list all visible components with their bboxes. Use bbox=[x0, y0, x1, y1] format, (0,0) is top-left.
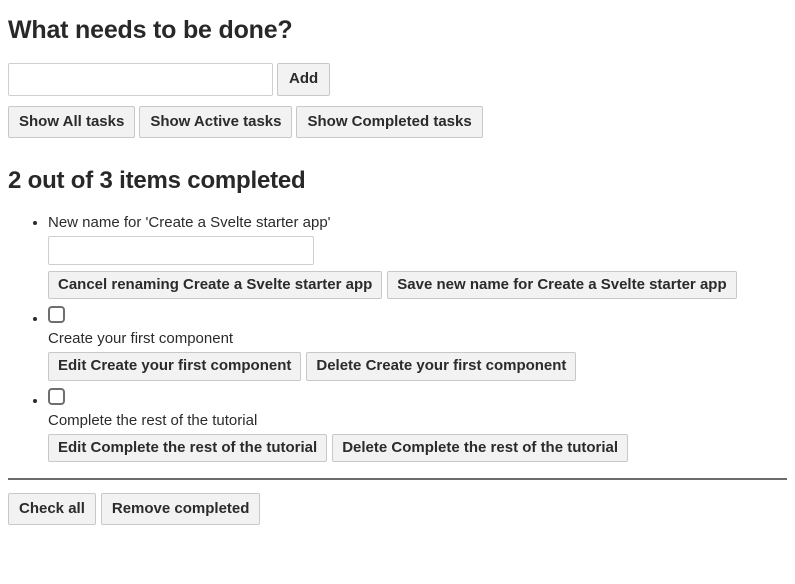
list-item: New name for 'Create a Svelte starter ap… bbox=[48, 213, 787, 300]
todo-actions: Edit Create your first component Delete … bbox=[48, 352, 787, 381]
todo-edit-input[interactable] bbox=[48, 235, 314, 265]
remove-completed-button[interactable]: Remove completed bbox=[100, 493, 261, 526]
delete-todo-button[interactable]: Delete Complete the rest of the tutorial bbox=[332, 433, 629, 463]
add-todo-button[interactable]: Add bbox=[277, 62, 331, 96]
edit-todo-button[interactable]: Edit Create your first component bbox=[48, 352, 302, 381]
filter-completed-button[interactable]: Show Completed tasks bbox=[296, 105, 483, 138]
todo-edit-label: New name for 'Create a Svelte starter ap… bbox=[48, 213, 331, 231]
list-item: Create your first component Edit Create … bbox=[48, 304, 787, 381]
filter-all-button[interactable]: Show All tasks bbox=[8, 105, 136, 138]
filter-button-group: Show All tasks Show Active tasks Show Co… bbox=[8, 105, 787, 138]
todo-app-root: What needs to be done? Add Show All task… bbox=[0, 0, 795, 533]
todo-completed-checkbox[interactable] bbox=[48, 306, 65, 324]
todo-completed-checkbox[interactable] bbox=[48, 387, 65, 405]
todo-status-heading: 2 out of 3 items completed bbox=[8, 167, 306, 194]
save-rename-button[interactable]: Save new name for Create a Svelte starte… bbox=[387, 270, 737, 300]
new-todo-input[interactable] bbox=[8, 62, 273, 96]
footer-divider bbox=[8, 478, 787, 481]
list-item: Complete the rest of the tutorial Edit C… bbox=[48, 386, 787, 463]
page-title: What needs to be done? bbox=[8, 16, 293, 44]
edit-todo-button[interactable]: Edit Complete the rest of the tutorial bbox=[48, 433, 328, 463]
todo-edit-form: New name for 'Create a Svelte starter ap… bbox=[48, 213, 787, 300]
todo-check-row bbox=[48, 386, 787, 407]
todo-actions: Edit Complete the rest of the tutorial D… bbox=[48, 433, 787, 463]
bulk-actions: Check all Remove completed bbox=[8, 493, 787, 526]
todo-check-row bbox=[48, 304, 787, 325]
delete-todo-button[interactable]: Delete Create your first component bbox=[306, 352, 577, 381]
add-todo-form: Add bbox=[8, 62, 787, 96]
todo-title: Complete the rest of the tutorial bbox=[48, 411, 258, 429]
todo-list: New name for 'Create a Svelte starter ap… bbox=[8, 213, 787, 463]
todo-title: Create your first component bbox=[48, 330, 234, 348]
cancel-rename-button[interactable]: Cancel renaming Create a Svelte starter … bbox=[48, 270, 383, 300]
filter-active-button[interactable]: Show Active tasks bbox=[139, 105, 293, 138]
todo-edit-actions: Cancel renaming Create a Svelte starter … bbox=[48, 270, 787, 300]
check-all-button[interactable]: Check all bbox=[8, 493, 96, 526]
